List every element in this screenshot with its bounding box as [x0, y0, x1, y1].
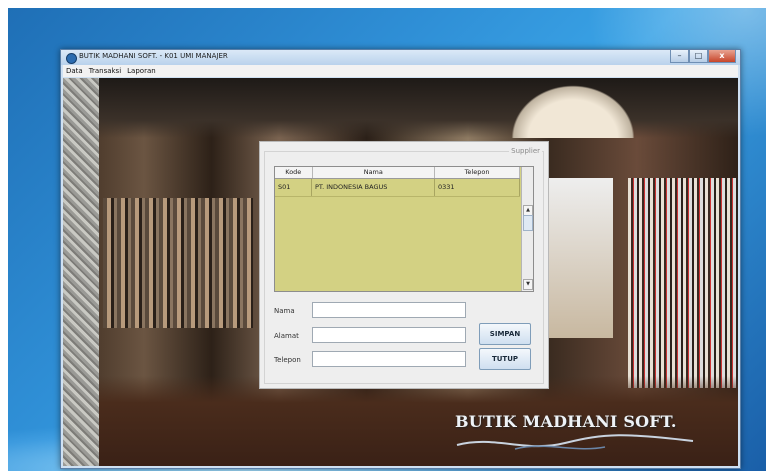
nama-label: Nama — [274, 307, 295, 315]
table-header: Kode Nama Telepon — [275, 167, 520, 179]
title-bar[interactable]: BUTIK MADHANI SOFT. - K01 UMI MANAJER – … — [61, 50, 740, 65]
scroll-down-icon[interactable]: ▼ — [523, 279, 533, 290]
supplier-table[interactable]: Kode Nama Telepon S01 PT. INDONESIA BAGU… — [274, 166, 534, 292]
table-scrollbar[interactable]: ▲ ▼ — [521, 167, 533, 291]
window-title: BUTIK MADHANI SOFT. - K01 UMI MANAJER — [79, 52, 228, 60]
supplier-panel: Supplier Kode Nama Telepon S01 PT. INDON… — [259, 141, 549, 389]
scroll-thumb[interactable] — [523, 215, 533, 231]
brand-watermark: BUTIK MADHANI SOFT. — [455, 412, 677, 431]
cell-kode: S01 — [275, 179, 312, 196]
window-controls: – □ x — [670, 50, 736, 63]
maximize-button[interactable]: □ — [689, 50, 708, 63]
menu-data[interactable]: Data — [63, 65, 86, 77]
menu-bar: Data Transaksi Laporan — [63, 65, 738, 77]
telepon-field[interactable] — [312, 351, 466, 367]
column-header-nama[interactable]: Nama — [313, 167, 436, 178]
alamat-label: Alamat — [274, 332, 299, 340]
column-header-kode[interactable]: Kode — [275, 167, 313, 178]
store-photo-background: BUTIK MADHANI SOFT. Supplier Kode Nama T… — [63, 78, 738, 466]
nama-field[interactable] — [312, 302, 466, 318]
cell-nama: PT. INDONESIA BAGUS — [312, 179, 435, 196]
tutup-button[interactable]: TUTUP — [479, 348, 531, 370]
clothing-rack-right — [628, 178, 738, 388]
cell-telepon: 0331 — [435, 179, 520, 196]
store-lamp — [503, 78, 643, 138]
clothing-rack-left — [103, 198, 253, 328]
app-icon — [66, 53, 77, 64]
table-row[interactable]: S01 PT. INDONESIA BAGUS 0331 — [275, 179, 520, 197]
close-button[interactable]: x — [708, 50, 736, 63]
brand-swoosh — [456, 434, 694, 450]
alamat-field[interactable] — [312, 327, 466, 343]
app-window: BUTIK MADHANI SOFT. - K01 UMI MANAJER – … — [60, 49, 741, 469]
simpan-button[interactable]: SIMPAN — [479, 323, 531, 345]
column-header-telepon[interactable]: Telepon — [435, 167, 520, 178]
panel-title: Supplier — [509, 147, 542, 155]
marble-column — [63, 78, 99, 466]
desktop-background: BUTIK MADHANI SOFT. - K01 UMI MANAJER – … — [8, 8, 766, 471]
minimize-button[interactable]: – — [670, 50, 689, 63]
menu-transaksi[interactable]: Transaksi — [86, 65, 124, 77]
telepon-label: Telepon — [274, 356, 301, 364]
menu-laporan[interactable]: Laporan — [124, 65, 159, 77]
